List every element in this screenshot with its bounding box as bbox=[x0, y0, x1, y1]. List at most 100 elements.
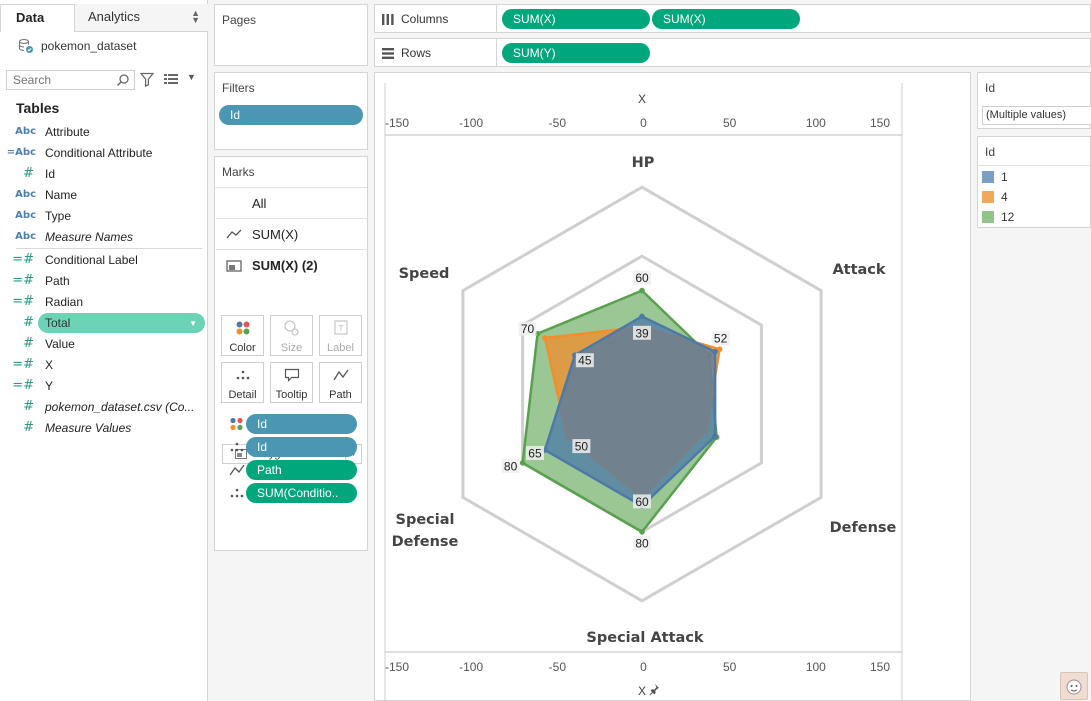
search-input[interactable] bbox=[7, 71, 107, 89]
x-tick-label: -50 bbox=[549, 660, 567, 674]
field-measure-names[interactable]: Abc Measure Names bbox=[0, 226, 206, 247]
legend-divider bbox=[978, 165, 1091, 166]
pane-tabs: Data Analytics ▲ ▼ bbox=[0, 4, 208, 32]
field-radian[interactable]: =# Radian bbox=[0, 291, 206, 312]
field-label: pokemon_dataset.csv (Co... bbox=[45, 399, 195, 414]
marks-card-sum-x[interactable]: SUM(X) bbox=[216, 219, 368, 250]
tooltip-button-label: Tooltip bbox=[275, 389, 308, 401]
database-icon bbox=[18, 38, 33, 53]
svg-text:T: T bbox=[337, 324, 343, 333]
attribute-label: Defense bbox=[830, 520, 897, 536]
radar-chart[interactable]: X X -150 -100 -50 0 50 100 150 -150 -100 -50 0 50 1… bbox=[375, 73, 972, 701]
field-label: Radian bbox=[45, 294, 84, 309]
id-filter-card[interactable]: Id (Multiple values) bbox=[977, 72, 1091, 129]
line-mark-icon bbox=[226, 229, 242, 239]
path-button[interactable]: Path bbox=[319, 362, 362, 403]
filter-pill-id[interactable]: Id bbox=[219, 105, 363, 125]
tab-scroll-arrows-icon[interactable]: ▲ ▼ bbox=[191, 9, 200, 25]
string-type-icon: Abc bbox=[15, 231, 36, 242]
tab-data[interactable]: Data bbox=[0, 4, 75, 32]
x-tick-label: -100 bbox=[459, 660, 483, 674]
label-button[interactable]: T Label bbox=[319, 315, 362, 356]
search-row: ▼ bbox=[6, 70, 202, 90]
attribute-label: HP bbox=[632, 155, 655, 171]
tables-heading: Tables bbox=[16, 100, 60, 116]
size-icon bbox=[271, 320, 312, 338]
columns-pill-sum-x[interactable]: SUM(X) bbox=[502, 9, 650, 29]
field-x[interactable]: =# X bbox=[0, 354, 206, 375]
tooltip-button[interactable]: Tooltip bbox=[270, 362, 313, 403]
field-value[interactable]: # Value bbox=[0, 333, 206, 354]
x-tick-label: -100 bbox=[459, 116, 483, 130]
encoding-pill-detail-conditional[interactable]: SUM(Conditio.. bbox=[246, 483, 357, 503]
field-total-selected-pill[interactable]: Total ▼ bbox=[38, 313, 205, 333]
detail-button[interactable]: Detail bbox=[221, 362, 264, 403]
data-label: 70 bbox=[521, 322, 535, 336]
marks-card-all[interactable]: All bbox=[216, 188, 368, 219]
color-button[interactable]: Color bbox=[221, 315, 264, 356]
size-button[interactable]: Size bbox=[270, 315, 313, 356]
search-icon[interactable] bbox=[116, 73, 130, 87]
datasource[interactable]: pokemon_dataset bbox=[18, 37, 136, 55]
color-icon bbox=[230, 417, 243, 431]
encoding-pill-detail-id[interactable]: Id bbox=[246, 437, 357, 457]
marks-card-sum-x-2[interactable]: SUM(X) (2) bbox=[216, 250, 368, 281]
tab-analytics[interactable]: Analytics ▲ ▼ bbox=[75, 4, 208, 31]
id-filter-dropdown[interactable]: (Multiple values) bbox=[982, 106, 1091, 125]
field-y[interactable]: =# Y bbox=[0, 375, 206, 396]
marks-card: Marks All SUM(X) SUM(X) (2) Polygon ▼ Co… bbox=[214, 156, 368, 551]
data-label: 45 bbox=[578, 354, 592, 368]
rows-shelf[interactable]: Rows SUM(Y) bbox=[374, 38, 1091, 67]
encoding-pill-color-id[interactable]: Id bbox=[246, 414, 357, 434]
legend-item-1[interactable]: 1 bbox=[982, 168, 1008, 186]
list-view-icon[interactable] bbox=[164, 74, 178, 85]
rows-pill-sum-y[interactable]: SUM(Y) bbox=[502, 43, 650, 63]
x-tick-label: -150 bbox=[385, 116, 409, 130]
field-name[interactable]: Abc Name bbox=[0, 184, 206, 205]
columns-shelf[interactable]: Columns SUM(X) SUM(X) bbox=[374, 4, 1091, 33]
polygon-mark-icon bbox=[226, 259, 242, 272]
field-conditional-attribute[interactable]: =Abc Conditional Attribute bbox=[0, 142, 206, 163]
chevron-down-icon[interactable]: ▼ bbox=[187, 72, 196, 82]
legend-label: 4 bbox=[1001, 190, 1008, 204]
calc-number-type-icon: =# bbox=[12, 378, 34, 393]
field-id[interactable]: # Id bbox=[0, 163, 206, 184]
legend-swatch bbox=[982, 211, 994, 223]
pages-card[interactable]: Pages bbox=[214, 4, 368, 66]
data-label: 52 bbox=[714, 332, 728, 346]
worksheet-view[interactable]: X X -150 -100 -50 0 50 100 150 -150 -100 -50 0 50 1… bbox=[374, 72, 971, 701]
series-point-12 bbox=[639, 529, 645, 535]
x-axis-ticks-top: -150 -100 -50 0 50 100 150 bbox=[385, 116, 890, 130]
detail-icon bbox=[222, 367, 263, 385]
x-tick-label: -50 bbox=[549, 116, 567, 130]
legend-item-12[interactable]: 12 bbox=[982, 208, 1014, 226]
field-path[interactable]: =# Path bbox=[0, 270, 206, 291]
series-point-4 bbox=[542, 335, 548, 341]
encoding-pill-path[interactable]: Path bbox=[246, 460, 357, 480]
field-label: Path bbox=[45, 273, 70, 288]
field-label: Attribute bbox=[45, 124, 90, 139]
legend-item-4[interactable]: 4 bbox=[982, 188, 1008, 206]
id-filter-title: Id bbox=[985, 81, 996, 95]
field-measure-values[interactable]: # Measure Values bbox=[0, 417, 206, 438]
field-attribute[interactable]: Abc Attribute bbox=[0, 121, 206, 142]
radar-series[interactable] bbox=[519, 287, 723, 535]
path-button-label: Path bbox=[329, 389, 352, 401]
field-type[interactable]: Abc Type bbox=[0, 205, 206, 226]
attribute-label: Special Attack bbox=[586, 630, 703, 646]
field-label: Name bbox=[45, 187, 78, 202]
attribute-label: Speed bbox=[399, 266, 450, 282]
field-conditional-label[interactable]: =# Conditional Label bbox=[0, 249, 206, 270]
field-label: Id bbox=[45, 166, 56, 181]
filters-card[interactable]: Filters Id bbox=[214, 72, 368, 150]
chevron-down-icon[interactable]: ▼ bbox=[189, 319, 197, 328]
columns-pill-sum-x-2[interactable]: SUM(X) bbox=[652, 9, 800, 29]
datasource-name: pokemon_dataset bbox=[41, 39, 137, 53]
field-record-count[interactable]: # pokemon_dataset.csv (Co... bbox=[0, 396, 206, 417]
x-tick-label: 100 bbox=[806, 116, 826, 130]
series-point-1 bbox=[712, 433, 718, 440]
series-point-1 bbox=[712, 348, 718, 355]
filter-icon[interactable] bbox=[140, 72, 154, 87]
data-label: 50 bbox=[575, 440, 589, 454]
pin-icon[interactable] bbox=[649, 684, 659, 696]
